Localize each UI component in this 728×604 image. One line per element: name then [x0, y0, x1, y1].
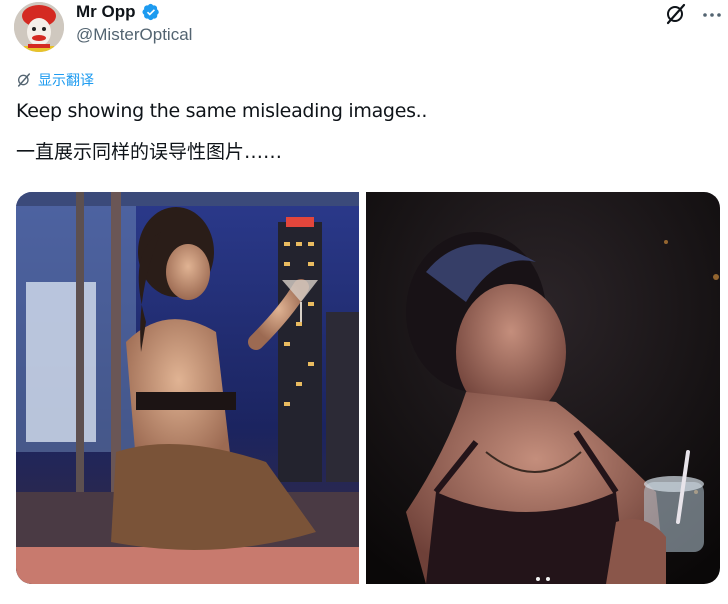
carousel-dot: [536, 577, 540, 581]
show-translation-label[interactable]: 显示翻译: [38, 70, 94, 90]
more-options-button[interactable]: [700, 2, 724, 26]
carousel-dot: [546, 577, 550, 581]
photo-dark-bar-woman-drink: [366, 192, 720, 584]
grok-translate-icon: [17, 73, 31, 87]
tweet-text: Keep showing the same misleading images.…: [16, 100, 428, 122]
tweet-image-1[interactable]: [16, 192, 359, 584]
show-translation-button[interactable]: 显示翻译: [16, 70, 94, 90]
grok-icon: [666, 3, 686, 25]
clown-avatar-icon: [14, 2, 64, 52]
grok-button[interactable]: [664, 2, 688, 26]
carousel-dots: [536, 577, 550, 581]
author-name-row[interactable]: Mr Opp: [76, 2, 160, 22]
more-horizontal-icon: [703, 13, 721, 17]
tweet-translation: 一直展示同样的误导性图片……: [16, 141, 283, 163]
author-handle[interactable]: @MisterOptical: [76, 25, 192, 45]
verified-badge-icon: [141, 3, 159, 21]
photo-night-rooftop-woman-cocktail: [16, 192, 359, 584]
author-display-name[interactable]: Mr Opp: [76, 2, 136, 22]
tweet-image-2[interactable]: [366, 192, 720, 584]
avatar[interactable]: [14, 2, 64, 52]
